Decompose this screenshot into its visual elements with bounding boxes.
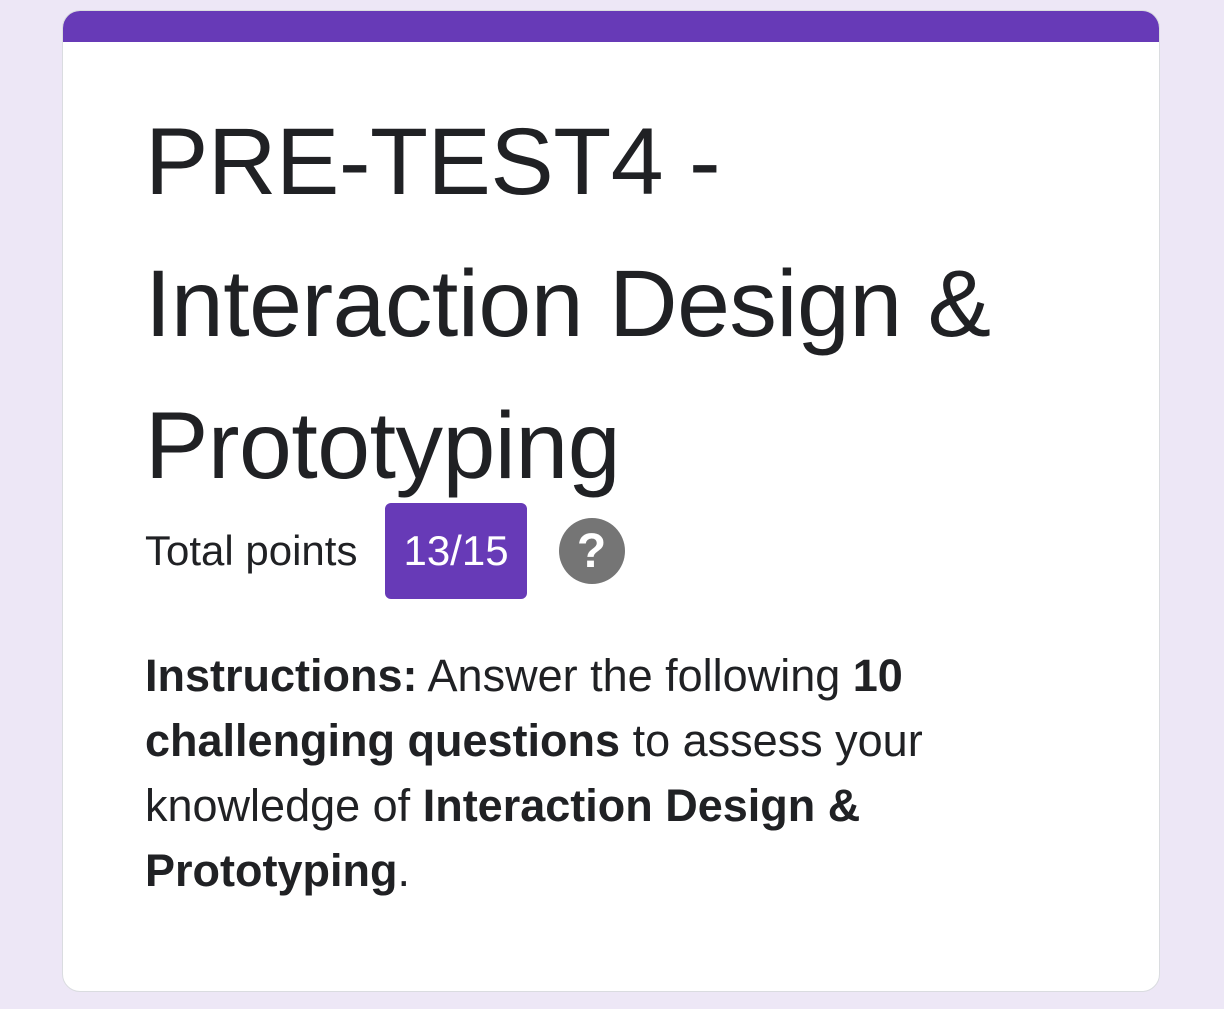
score-badge: 13/15 <box>385 503 527 599</box>
help-circle-icon[interactable]: ? <box>558 518 625 584</box>
instructions-text-1: Answer the following <box>417 650 853 701</box>
total-points-row: Total points 13/15 ? <box>145 503 625 599</box>
accent-bar <box>63 11 1159 42</box>
instructions-label: Instructions: <box>145 650 418 701</box>
instructions-text: Instructions: Answer the following 10 ch… <box>145 643 1005 903</box>
total-points-label: Total points <box>145 527 358 574</box>
instructions-text-3: . <box>397 845 410 896</box>
form-title: PRE-TEST4 - Interaction Design & Prototy… <box>145 109 991 499</box>
form-header-card: PRE-TEST4 - Interaction Design & Prototy… <box>62 10 1160 992</box>
